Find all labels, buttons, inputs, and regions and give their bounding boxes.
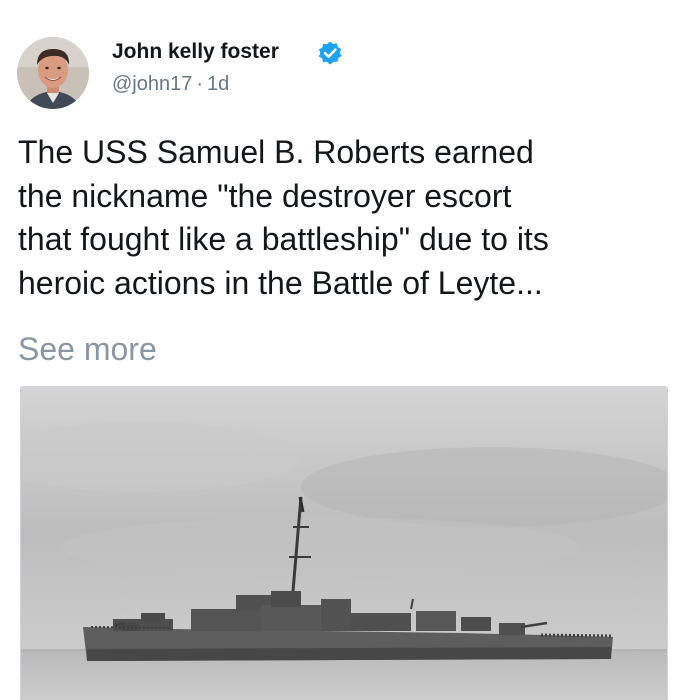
warship-photo bbox=[21, 387, 667, 700]
tweet-text-line: heroic actions in the Battle of Leyte... bbox=[18, 264, 543, 301]
tweet-card[interactable]: John kelly foster @john17 · 1d The USS Sam… bbox=[0, 0, 700, 700]
author-meta: @john17 · 1d bbox=[112, 71, 229, 97]
author-handle[interactable]: @john17 bbox=[112, 73, 192, 95]
tweet-media-photo[interactable] bbox=[20, 386, 668, 700]
verified-badge-icon bbox=[318, 41, 342, 65]
tweet-timestamp[interactable]: 1d bbox=[207, 73, 229, 95]
see-more-link[interactable]: See more bbox=[18, 328, 157, 371]
meta-separator: · bbox=[196, 73, 204, 95]
tweet-text: The USS Samuel B. Roberts earned the nic… bbox=[18, 131, 693, 305]
profile-photo bbox=[17, 37, 89, 109]
tweet-text-line: the nickname "the destroyer escort bbox=[18, 177, 512, 214]
avatar[interactable] bbox=[17, 37, 89, 109]
tweet-text-line: The USS Samuel B. Roberts earned bbox=[18, 134, 534, 170]
author-display-name[interactable]: John kelly foster bbox=[112, 37, 279, 67]
tweet-text-line: that fought like a battleship" due to it… bbox=[18, 221, 549, 257]
